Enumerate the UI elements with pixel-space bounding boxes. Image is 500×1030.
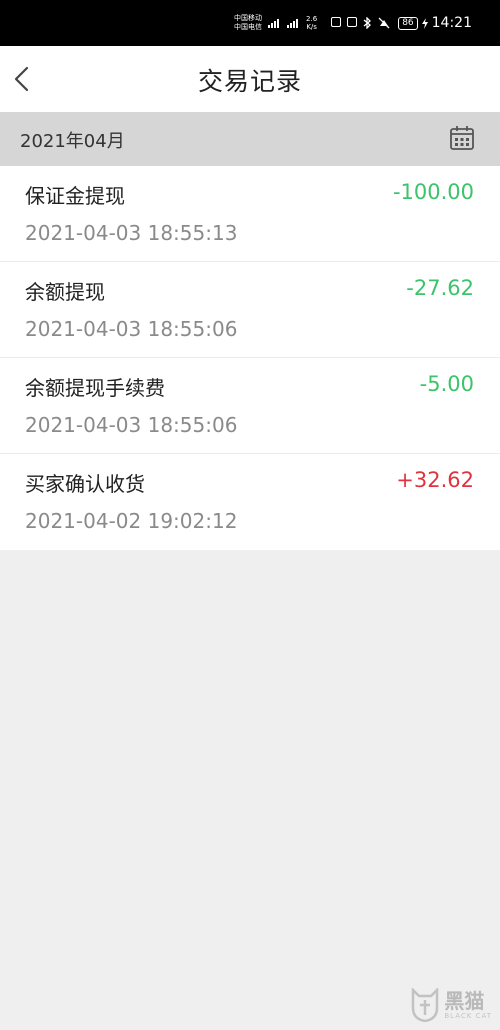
watermark: 黑猫 BLACK CAT <box>410 988 492 1022</box>
carrier-labels: 中国移动 中国电信 <box>234 14 262 32</box>
transaction-title: 保证金提现 <box>25 184 125 208</box>
transaction-amount: +32.62 <box>396 468 474 492</box>
transaction-row[interactable]: 余额提现手续费 2021-04-03 18:55:06 -5.00 <box>0 358 500 454</box>
watermark-en: BLACK CAT <box>444 1012 492 1020</box>
nfc-icon <box>331 17 342 27</box>
transaction-row[interactable]: 余额提现 2021-04-03 18:55:06 -27.62 <box>0 262 500 358</box>
calendar-icon[interactable] <box>448 124 476 152</box>
net-speed-value: 2.6 <box>306 15 318 23</box>
bluetooth-icon <box>363 17 372 29</box>
vibrate-icon <box>347 17 358 27</box>
transaction-title: 余额提现手续费 <box>25 376 165 400</box>
signal-icon-2 <box>287 18 299 28</box>
watermark-cn: 黑猫 <box>444 989 485 1013</box>
mute-icon <box>378 17 390 29</box>
black-cat-logo-icon <box>412 988 439 1022</box>
net-speed-unit: K/s <box>306 23 317 31</box>
transaction-row[interactable]: 买家确认收货 2021-04-02 19:02:12 +32.62 <box>0 454 500 550</box>
transaction-datetime: 2021-04-03 18:55:13 <box>25 221 238 245</box>
transaction-title: 买家确认收货 <box>25 472 145 496</box>
transaction-list: 保证金提现 2021-04-03 18:55:13 -100.00 余额提现 2… <box>0 166 500 550</box>
transaction-amount: -27.62 <box>406 276 474 300</box>
transaction-datetime: 2021-04-03 18:55:06 <box>25 413 238 437</box>
net-speed: 2.6 K/s <box>306 15 317 31</box>
page-title: 交易记录 <box>197 67 302 96</box>
status-icons <box>331 17 390 29</box>
watermark-text: 黑猫 BLACK CAT <box>444 990 492 1020</box>
transaction-amount: -100.00 <box>392 180 474 204</box>
carrier-1: 中国移动 <box>234 14 263 22</box>
charging-icon <box>421 17 428 29</box>
transaction-datetime: 2021-04-03 18:55:06 <box>25 317 238 341</box>
signal-icon <box>268 18 280 28</box>
carrier-2: 中国电信 <box>234 23 263 31</box>
transaction-title: 余额提现 <box>25 280 105 304</box>
transaction-datetime: 2021-04-02 19:02:12 <box>25 509 238 533</box>
battery-icon: 86 <box>398 16 418 30</box>
transaction-amount: -5.00 <box>419 372 474 396</box>
transaction-row[interactable]: 保证金提现 2021-04-03 18:55:13 -100.00 <box>0 166 500 262</box>
month-bar: 2021年04月 <box>0 112 500 166</box>
app-header: 交易记录 <box>0 46 500 112</box>
clock: 14:21 <box>431 15 472 31</box>
status-bar: 中国移动 中国电信 2.6 K/s 86 14:21 <box>0 0 500 46</box>
month-label: 2021年04月 <box>20 131 125 152</box>
